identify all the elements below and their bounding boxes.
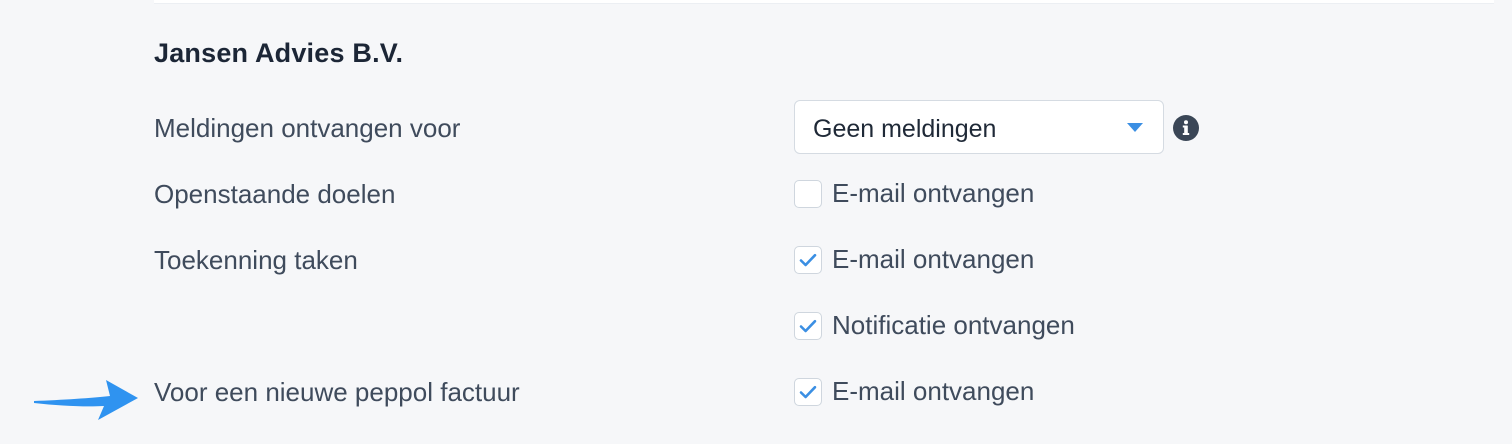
top-divider [154, 0, 1494, 4]
toekenning-taken-email-checkbox[interactable] [794, 245, 822, 274]
chevron-down-icon [1127, 123, 1143, 132]
check-icon [799, 253, 817, 266]
check-icon [799, 319, 817, 332]
company-title: Jansen Advies B.V. [154, 38, 404, 68]
toekenning-taken-notificatie-checkbox[interactable] [794, 311, 822, 340]
toekenning-taken-notificatie-option[interactable]: Notificatie ontvangen [794, 310, 1075, 341]
openstaande-doelen-email-checkbox[interactable] [794, 179, 822, 208]
openstaande-doelen-label: Openstaande doelen [154, 179, 396, 209]
toekenning-taken-email-label: E-mail ontvangen [832, 244, 1035, 274]
meldingen-select[interactable]: Geen meldingen [794, 100, 1164, 154]
toekenning-taken-notificatie-label: Notificatie ontvangen [832, 310, 1075, 340]
peppol-factuur-email-label: E-mail ontvangen [832, 376, 1035, 406]
peppol-factuur-label: Voor een nieuwe peppol factuur [154, 377, 520, 407]
info-icon[interactable] [1172, 114, 1200, 142]
check-icon [799, 385, 817, 398]
openstaande-doelen-email-option[interactable]: E-mail ontvangen [794, 178, 1034, 209]
openstaande-doelen-email-label: E-mail ontvangen [832, 178, 1035, 208]
peppol-factuur-email-checkbox[interactable] [794, 377, 822, 406]
arrow-right-icon [34, 380, 138, 420]
meldingen-select-value: Geen meldingen [813, 115, 997, 143]
peppol-factuur-email-option[interactable]: E-mail ontvangen [794, 376, 1034, 407]
notification-settings-panel: Jansen Advies B.V. Meldingen ontvangen v… [0, 0, 1512, 444]
meldingen-label: Meldingen ontvangen voor [154, 113, 461, 143]
toekenning-taken-label: Toekenning taken [154, 245, 358, 275]
toekenning-taken-email-option[interactable]: E-mail ontvangen [794, 244, 1034, 275]
